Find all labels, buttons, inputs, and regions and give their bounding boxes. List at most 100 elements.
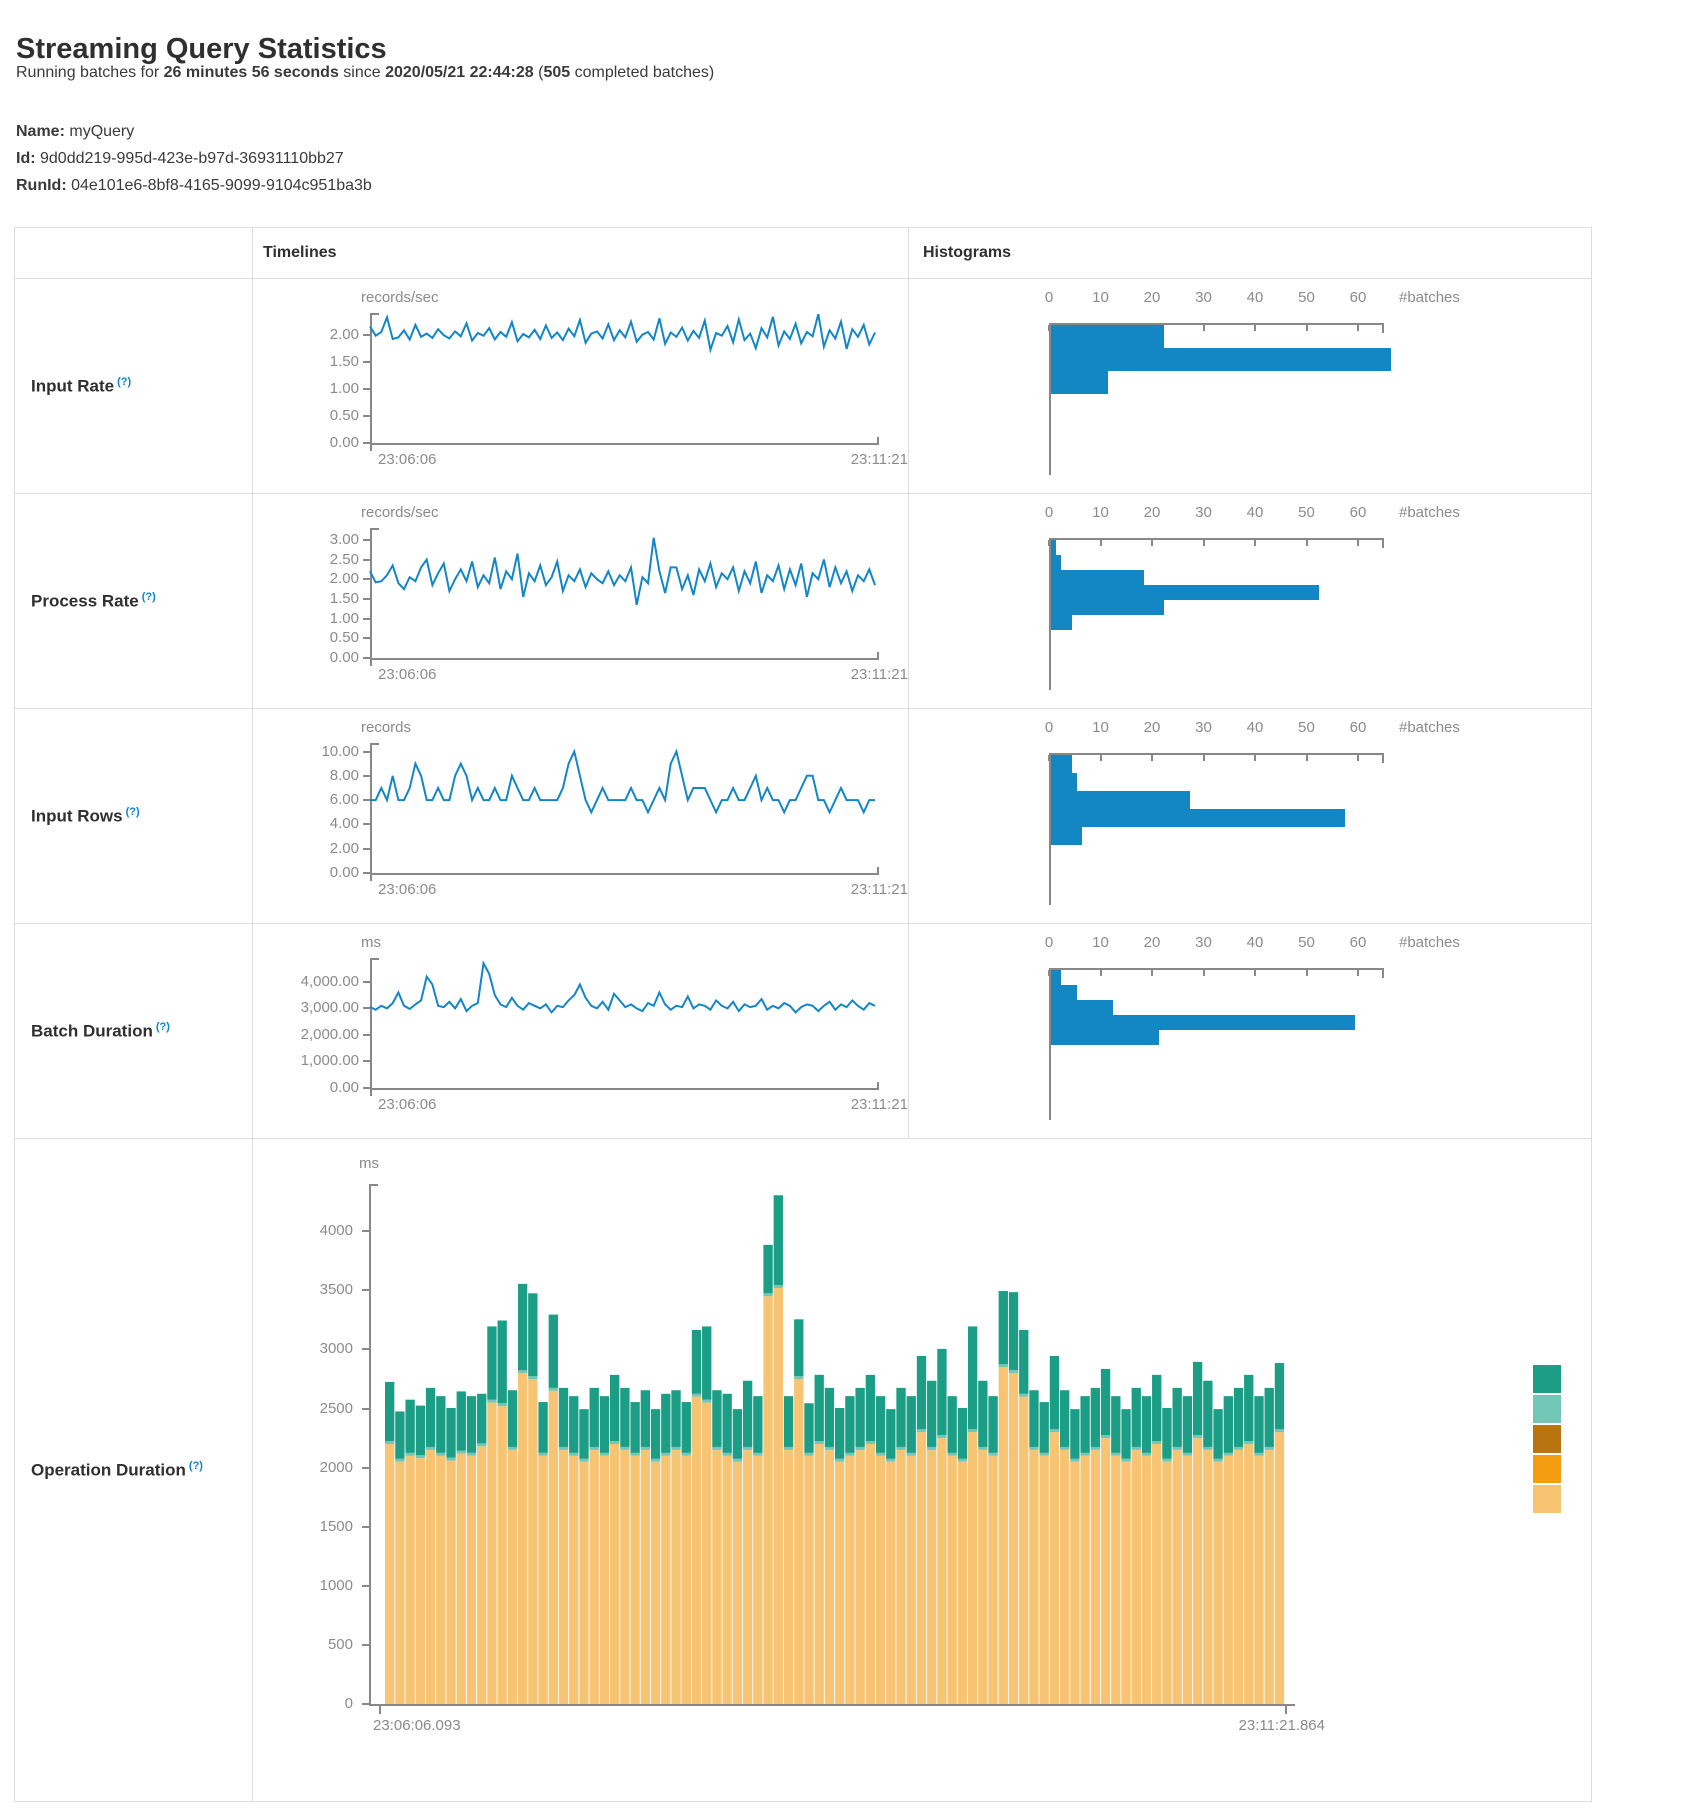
hist-tick-mark bbox=[1151, 540, 1153, 546]
y-tick-label: 1.00 bbox=[253, 380, 359, 397]
hist-bar bbox=[1051, 325, 1164, 348]
x-axis-start-label: 23:06:06 bbox=[378, 666, 436, 683]
hist-tick-mark bbox=[1254, 540, 1256, 546]
y-tick-label: 2000 bbox=[253, 1459, 353, 1476]
y-tick-mark bbox=[363, 361, 370, 363]
hist-tick-label: 60 bbox=[1350, 289, 1367, 306]
hist-bar bbox=[1051, 970, 1061, 985]
x-axis-line bbox=[370, 873, 879, 875]
hist-tick-mark bbox=[1151, 970, 1153, 976]
x-axis-end-tick bbox=[877, 1082, 879, 1090]
y-tick-label: 1,000.00 bbox=[253, 1052, 359, 1069]
timeline-unit-label: ms bbox=[359, 1155, 379, 1172]
y-tick-label: 4,000.00 bbox=[253, 973, 359, 990]
hist-tick-mark bbox=[1100, 755, 1102, 761]
y-tick-mark bbox=[363, 1087, 370, 1089]
y-tick-label: 0 bbox=[253, 1695, 353, 1712]
query-runid-line: RunId: 04e101e6-8bf8-4165-9099-9104c951b… bbox=[16, 172, 372, 199]
y-tick-label: 500 bbox=[253, 1636, 353, 1653]
hist-tick-mark bbox=[1100, 540, 1102, 546]
y-tick-label: 3500 bbox=[253, 1281, 353, 1298]
hist-bar bbox=[1051, 809, 1345, 827]
legend-swatch bbox=[1533, 1425, 1561, 1453]
input-rows-histogram-chart: #batches 0102030405060 bbox=[909, 709, 1591, 923]
y-tick-mark bbox=[363, 1007, 370, 1009]
running-duration: 26 minutes 56 seconds bbox=[164, 64, 339, 81]
table-row: Process Rate(?) records/sec 23:06:06 23:… bbox=[15, 494, 1591, 709]
hist-tick-label: 10 bbox=[1092, 719, 1109, 736]
y-tick-mark bbox=[363, 388, 370, 390]
timeline-line-series bbox=[370, 528, 875, 658]
y-tick-label: 4.00 bbox=[253, 815, 359, 832]
y-tick-mark bbox=[363, 1034, 370, 1036]
hist-tick-mark bbox=[1203, 325, 1205, 331]
hist-tick-label: 0 bbox=[1045, 719, 1053, 736]
hist-bar bbox=[1051, 755, 1072, 773]
hist-tick-mark bbox=[1203, 755, 1205, 761]
hist-tick-mark bbox=[1306, 540, 1308, 546]
hist-bar bbox=[1051, 600, 1164, 615]
hist-tick-label: 50 bbox=[1298, 719, 1315, 736]
y-tick-mark bbox=[363, 657, 370, 659]
hist-axis-end-tick bbox=[1382, 755, 1384, 763]
table-row: Input Rows(?) records 23:06:06 23:11:21 … bbox=[15, 709, 1591, 924]
y-tick-label: 8.00 bbox=[253, 767, 359, 784]
y-tick-mark bbox=[362, 1703, 369, 1705]
process-rate-timeline-chart: records/sec 23:06:06 23:11:21 3.002.502.… bbox=[253, 494, 909, 708]
y-tick-label: 3,000.00 bbox=[253, 999, 359, 1016]
hist-tick-label: 40 bbox=[1247, 289, 1264, 306]
hist-tick-mark bbox=[1254, 970, 1256, 976]
hist-tick-mark bbox=[1306, 755, 1308, 761]
y-tick-label: 2500 bbox=[253, 1400, 353, 1417]
x-axis-end-tick bbox=[877, 867, 879, 875]
operation-duration-help-icon[interactable]: (?) bbox=[189, 1460, 203, 1472]
hist-tick-label: 30 bbox=[1195, 719, 1212, 736]
hist-tick-label: 20 bbox=[1144, 504, 1161, 521]
hist-bar bbox=[1051, 1030, 1159, 1045]
batch-duration-histogram-chart: #batches 0102030405060 bbox=[909, 924, 1591, 1138]
x-axis-end-label: 23:11:21 bbox=[708, 1096, 908, 1113]
y-tick-mark bbox=[363, 799, 370, 801]
y-tick-label: 3000 bbox=[253, 1340, 353, 1357]
y-tick-label: 1.50 bbox=[253, 590, 359, 607]
x-axis-end-tick bbox=[877, 437, 879, 445]
hist-tick-label: 10 bbox=[1092, 289, 1109, 306]
process-rate-help-icon[interactable]: (?) bbox=[142, 591, 156, 603]
y-tick-label: 2.00 bbox=[253, 840, 359, 857]
hist-unit-label: #batches bbox=[1399, 289, 1460, 306]
input-rows-timeline-chart: records 23:06:06 23:11:21 10.008.006.004… bbox=[253, 709, 909, 923]
timelines-column-header: Timelines bbox=[253, 228, 909, 278]
y-tick-mark bbox=[363, 981, 370, 983]
y-tick-mark bbox=[363, 1060, 370, 1062]
query-name-line: Name: myQuery bbox=[16, 118, 372, 145]
hist-tick-mark bbox=[1306, 325, 1308, 331]
y-tick-label: 0.00 bbox=[253, 1079, 359, 1096]
hist-tick-label: 50 bbox=[1298, 934, 1315, 951]
completed-count: 505 bbox=[543, 64, 570, 81]
y-tick-label: 0.00 bbox=[253, 649, 359, 666]
y-tick-mark bbox=[363, 823, 370, 825]
timeline-line-series bbox=[370, 743, 875, 873]
table-header-row: Timelines Histograms bbox=[15, 228, 1591, 279]
page-title: Streaming Query Statistics bbox=[16, 33, 387, 66]
y-axis-line bbox=[369, 1184, 371, 1704]
hist-tick-mark bbox=[1357, 970, 1359, 976]
operation-duration-label: Operation Duration(?) bbox=[31, 1460, 203, 1481]
input-rate-help-icon[interactable]: (?) bbox=[117, 376, 131, 388]
y-tick-label: 0.50 bbox=[253, 629, 359, 646]
hist-bar bbox=[1051, 773, 1077, 791]
y-tick-label: 2.00 bbox=[253, 326, 359, 343]
x-axis-start-label: 23:06:06.093 bbox=[373, 1717, 461, 1734]
input-rows-help-icon[interactable]: (?) bbox=[126, 806, 140, 818]
hist-tick-label: 60 bbox=[1350, 504, 1367, 521]
y-tick-mark bbox=[363, 578, 370, 580]
process-rate-histogram-chart: #batches 0102030405060 bbox=[909, 494, 1591, 708]
hist-bar bbox=[1051, 1015, 1355, 1030]
hist-tick-mark bbox=[1203, 540, 1205, 546]
x-axis-start-tick bbox=[370, 873, 372, 881]
hist-unit-label: #batches bbox=[1399, 719, 1460, 736]
y-tick-mark bbox=[362, 1585, 369, 1587]
id-value: 9d0dd219-995d-423e-b97d-36931110bb27 bbox=[40, 150, 344, 167]
batch-duration-help-icon[interactable]: (?) bbox=[156, 1021, 170, 1033]
timeline-line-series bbox=[370, 313, 875, 443]
